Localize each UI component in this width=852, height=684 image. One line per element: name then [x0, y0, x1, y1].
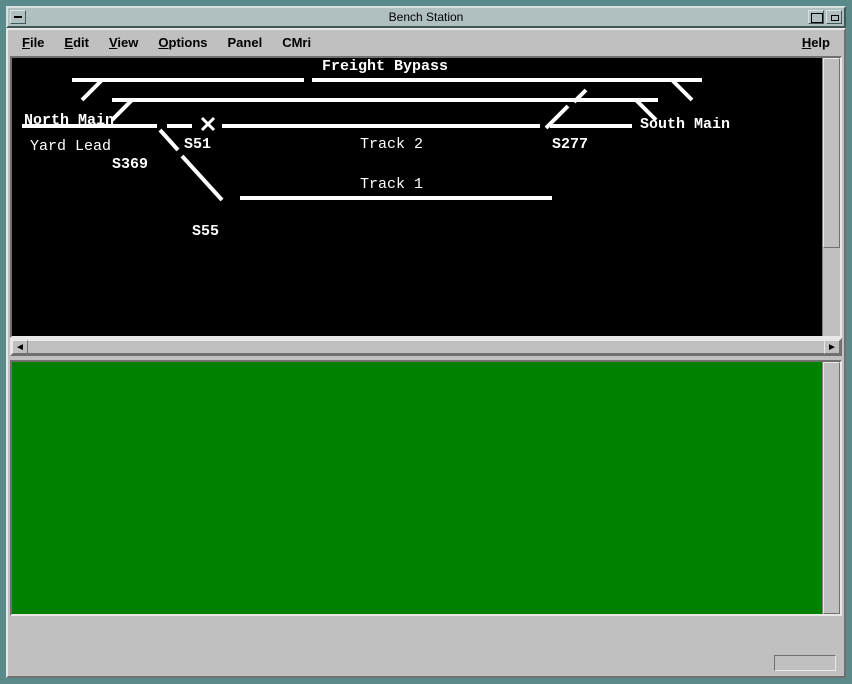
label-s55: S55: [192, 223, 219, 240]
label-north-main: North Main: [24, 112, 114, 129]
window-menu-button[interactable]: [10, 10, 26, 24]
label-track1: Track 1: [360, 176, 423, 193]
label-freight-bypass: Freight Bypass: [322, 58, 448, 75]
track-panel-hscroll[interactable]: ◄ ►: [10, 338, 842, 356]
label-s277: S277: [552, 136, 588, 153]
menu-edit[interactable]: Edit: [56, 33, 97, 52]
track-lines: [12, 58, 812, 336]
label-s369: S369: [112, 156, 148, 173]
minimize-button[interactable]: [826, 10, 842, 24]
window-frame: Bench Station File Edit View Options Pan…: [0, 0, 852, 684]
content-area: Freight Bypass North Main South Main Yar…: [8, 54, 844, 650]
menu-options[interactable]: Options: [150, 33, 215, 52]
hscroll-track[interactable]: [28, 340, 824, 354]
menu-panel[interactable]: Panel: [220, 33, 271, 52]
maximize-button[interactable]: [808, 10, 824, 24]
label-track2: Track 2: [360, 136, 423, 153]
label-s51: S51: [184, 136, 211, 153]
menu-cmri[interactable]: CMri: [274, 33, 319, 52]
bottom-panel-vscroll[interactable]: [822, 362, 840, 614]
menu-help[interactable]: Help: [794, 33, 838, 52]
menu-view[interactable]: View: [101, 33, 146, 52]
window-title: Bench Station: [389, 10, 464, 24]
scroll-thumb[interactable]: [823, 362, 840, 614]
bottom-panel-wrap: [10, 360, 842, 616]
bottom-panel[interactable]: [12, 362, 840, 614]
scroll-thumb[interactable]: [823, 58, 840, 248]
track-diagram[interactable]: Freight Bypass North Main South Main Yar…: [12, 58, 840, 336]
scroll-right-arrow[interactable]: ►: [824, 340, 840, 354]
window-body: File Edit View Options Panel CMri Help: [6, 28, 846, 678]
scroll-left-arrow[interactable]: ◄: [12, 340, 28, 354]
track-diagram-panel: Freight Bypass North Main South Main Yar…: [10, 56, 842, 338]
statusbar: [8, 650, 844, 676]
menu-file[interactable]: File: [14, 33, 52, 52]
menubar: File Edit View Options Panel CMri Help: [8, 30, 844, 54]
titlebar[interactable]: Bench Station: [6, 6, 846, 28]
track-panel-vscroll[interactable]: [822, 58, 840, 336]
status-box: [774, 655, 836, 671]
label-yard-lead: Yard Lead: [30, 138, 111, 155]
label-south-main: South Main: [640, 116, 730, 133]
